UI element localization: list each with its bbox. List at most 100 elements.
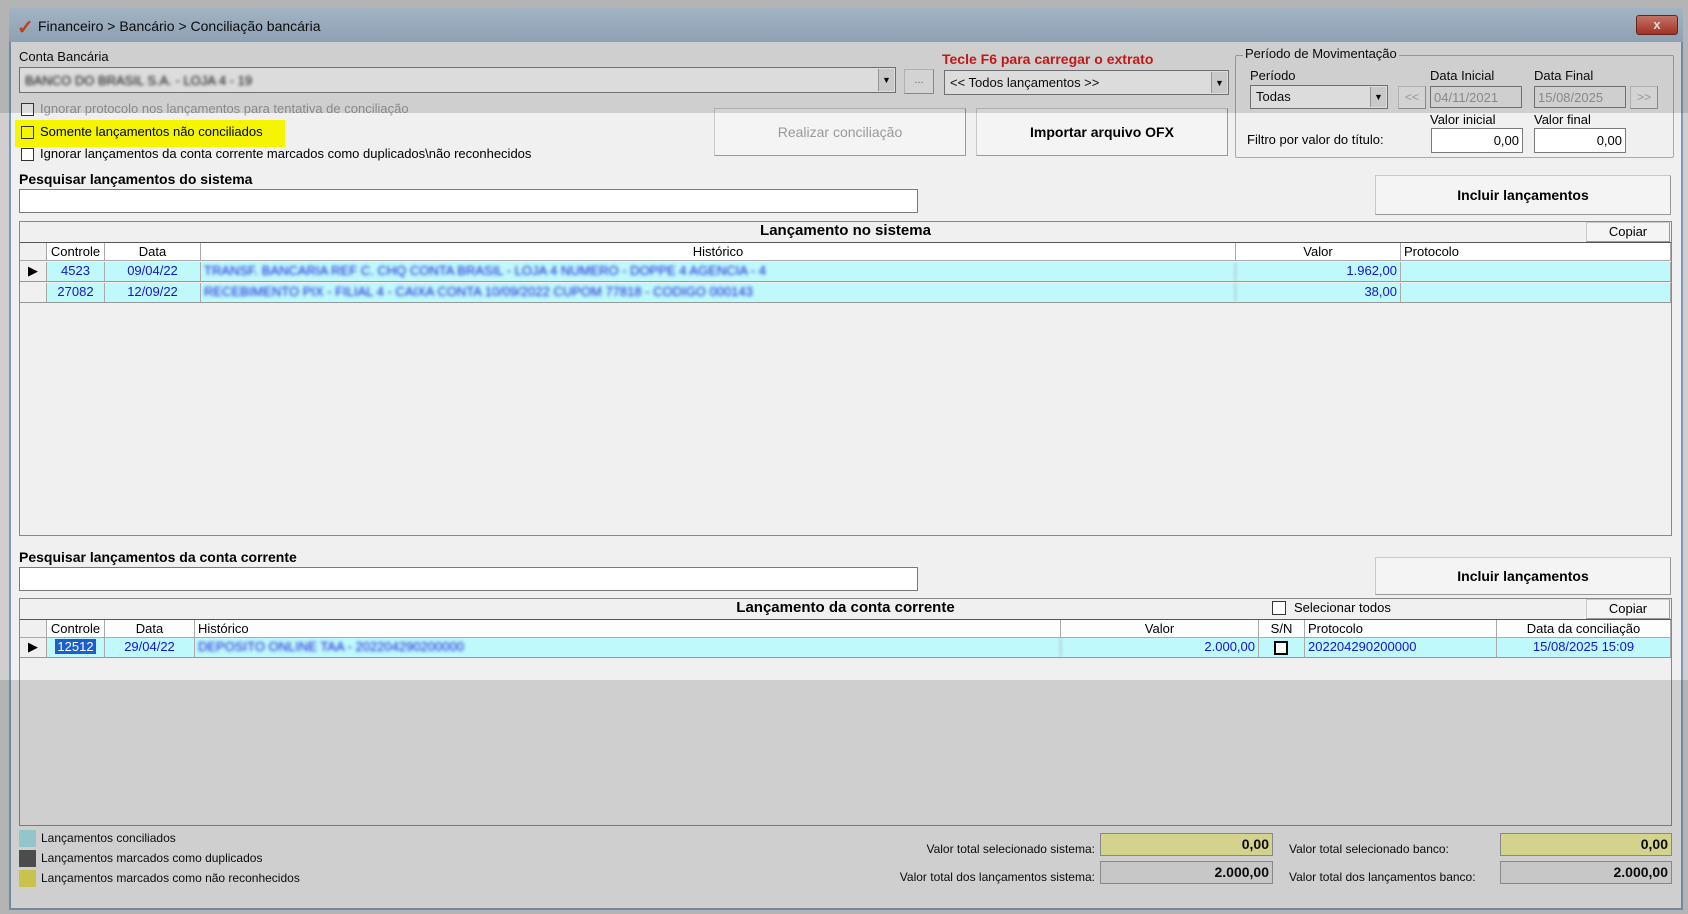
f6-hint: Tecle F6 para carregar o extrato	[942, 51, 1154, 67]
header-indicator	[20, 620, 47, 637]
close-button[interactable]: x	[1636, 15, 1678, 35]
cell-controle-selected: 12512	[55, 639, 96, 654]
all-bank-total: 2.000,00	[1500, 861, 1672, 884]
only-unreconciled-label: Somente lançamentos não conciliados	[40, 124, 263, 139]
table-row[interactable]: ▶ 12512 29/04/22 DEPOSITO ONLINE TAA - 2…	[20, 638, 1671, 658]
col-valor[interactable]: Valor	[1061, 620, 1259, 637]
chevron-down-icon: ▼	[878, 69, 894, 91]
min-value-field[interactable]: 0,00	[1431, 128, 1523, 153]
col-controle[interactable]: Controle	[47, 620, 105, 637]
system-grid-title: Lançamento no sistema	[760, 222, 931, 239]
col-valor[interactable]: Valor	[1236, 243, 1401, 260]
entries-filter-value: << Todos lançamentos >>	[950, 75, 1100, 90]
col-data[interactable]: Data	[105, 243, 201, 260]
period-label: Período	[1250, 68, 1296, 83]
min-value-label: Valor inicial	[1430, 112, 1496, 127]
max-value-field[interactable]: 0,00	[1534, 128, 1626, 153]
account-value: BANCO DO BRASIL S.A. - LOJA 4 - 19	[25, 73, 253, 88]
legend-unrecognized: Lançamentos marcados como não reconhecid…	[41, 871, 300, 885]
all-sys-label: Valor total dos lançamentos sistema:	[899, 870, 1095, 884]
entries-filter-select[interactable]: << Todos lançamentos >> ▼	[944, 70, 1229, 95]
cell-valor: 1.962,00	[1236, 262, 1401, 281]
bank-search-input[interactable]	[19, 567, 918, 591]
system-search-label: Pesquisar lançamentos do sistema	[19, 171, 253, 187]
select-all-label: Selecionar todos	[1294, 600, 1391, 615]
period-group-label: Período de Movimentação	[1243, 46, 1399, 61]
ignore-duplicates-checkbox[interactable]	[21, 148, 34, 161]
sel-bank-label: Valor total selecionado banco:	[1289, 842, 1449, 856]
legend-swatch-reconciled	[19, 830, 36, 847]
cell-sn	[1259, 638, 1305, 657]
col-data[interactable]: Data	[105, 620, 195, 637]
cell-data-conciliacao: 15/08/2025 15:09	[1497, 638, 1671, 657]
row-pointer-icon: ▶	[20, 638, 47, 657]
value-filter-label: Filtro por valor do título:	[1247, 132, 1384, 147]
col-sn[interactable]: S/N	[1259, 620, 1305, 637]
ignore-protocol-checkbox[interactable]	[21, 103, 34, 116]
col-protocolo[interactable]: Protocolo	[1401, 243, 1671, 260]
bank-copy-button[interactable]: Copiar	[1586, 599, 1670, 619]
cell-data: 12/09/22	[105, 283, 201, 302]
end-date-label: Data Final	[1534, 68, 1594, 83]
cell-protocolo: 202204290200000	[1305, 638, 1497, 657]
system-grid-header: Controle Data Histórico Valor Protocolo	[20, 242, 1671, 261]
account-label: Conta Bancária	[19, 49, 109, 64]
col-historico[interactable]: Histórico	[201, 243, 1236, 260]
legend-swatch-unrecognized	[19, 870, 36, 887]
account-browse-button[interactable]: ...	[904, 69, 934, 94]
legend-swatch-duplicated	[19, 850, 36, 867]
header-indicator	[20, 243, 47, 260]
col-historico[interactable]: Histórico	[195, 620, 1061, 637]
start-date-label: Data Inicial	[1430, 68, 1495, 83]
end-date-field[interactable]: 15/08/2025	[1534, 86, 1626, 108]
col-data-conciliacao[interactable]: Data da conciliação	[1497, 620, 1671, 637]
select-all-checkbox[interactable]	[1272, 601, 1286, 615]
bank-grid-title: Lançamento da conta corrente	[736, 599, 955, 616]
cell-data: 29/04/22	[105, 638, 195, 657]
sel-sys-label: Valor total selecionado sistema:	[926, 842, 1095, 856]
all-sys-total: 2.000,00	[1100, 861, 1273, 884]
chevron-down-icon: ▼	[1370, 87, 1386, 107]
max-value-label: Valor final	[1534, 112, 1591, 127]
bank-include-button[interactable]: Incluir lançamentos	[1375, 557, 1671, 595]
cell-controle: 4523	[47, 262, 105, 281]
system-search-input[interactable]	[19, 189, 918, 213]
table-row[interactable]: ▶ 4523 09/04/22 TRANSF. BANCARIA REF C. …	[20, 262, 1671, 282]
col-controle[interactable]: Controle	[47, 243, 105, 260]
cell-valor: 38,00	[1236, 283, 1401, 302]
legend-duplicated: Lançamentos marcados como duplicados	[41, 851, 263, 865]
sel-bank-total: 0,00	[1500, 833, 1672, 856]
window-title: Financeiro > Bancário > Conciliação banc…	[38, 18, 321, 34]
bank-search-label: Pesquisar lançamentos da conta corrente	[19, 549, 297, 565]
bank-grid-header: Controle Data Histórico Valor S/N Protoc…	[20, 619, 1671, 638]
cell-valor: 2.000,00	[1061, 638, 1259, 657]
row-indicator	[20, 283, 47, 302]
cell-historico: TRANSF. BANCARIA REF C. CHQ CONTA BRASIL…	[201, 262, 1236, 281]
table-row[interactable]: 27082 12/09/22 RECEBIMENTO PIX - FILIAL …	[20, 283, 1671, 303]
start-date-field[interactable]: 04/11/2021	[1430, 86, 1522, 108]
cell-protocolo	[1401, 262, 1671, 281]
sel-sys-total: 0,00	[1100, 833, 1273, 856]
chevron-down-icon: ▼	[1211, 72, 1227, 93]
cell-controle: 12512	[47, 638, 105, 657]
period-select[interactable]: Todas ▼	[1250, 85, 1388, 109]
cell-data: 09/04/22	[105, 262, 201, 281]
sn-checkbox[interactable]	[1274, 641, 1288, 655]
account-select[interactable]: BANCO DO BRASIL S.A. - LOJA 4 - 19 ▼	[19, 67, 896, 93]
col-protocolo[interactable]: Protocolo	[1305, 620, 1497, 637]
import-ofx-button[interactable]: Importar arquivo OFX	[976, 108, 1228, 156]
reconcile-button[interactable]: Realizar conciliação	[714, 108, 966, 156]
cell-historico: DEPOSITO ONLINE TAA - 202204290200000	[195, 638, 1061, 657]
cell-controle: 27082	[47, 283, 105, 302]
cell-historico: RECEBIMENTO PIX - FILIAL 4 - CAIXA CONTA…	[201, 283, 1236, 302]
only-unreconciled-checkbox[interactable]	[21, 126, 34, 139]
cell-protocolo	[1401, 283, 1671, 302]
all-bank-label: Valor total dos lançamentos banco:	[1289, 870, 1476, 884]
system-include-button[interactable]: Incluir lançamentos	[1375, 175, 1671, 215]
legend-reconciled: Lançamentos conciliados	[41, 831, 176, 845]
prev-period-button[interactable]: <<	[1398, 86, 1426, 109]
next-period-button[interactable]: >>	[1630, 86, 1658, 109]
ignore-duplicates-label: Ignorar lançamentos da conta corrente ma…	[40, 146, 532, 161]
system-copy-button[interactable]: Copiar	[1586, 222, 1670, 242]
period-value: Todas	[1256, 89, 1291, 104]
